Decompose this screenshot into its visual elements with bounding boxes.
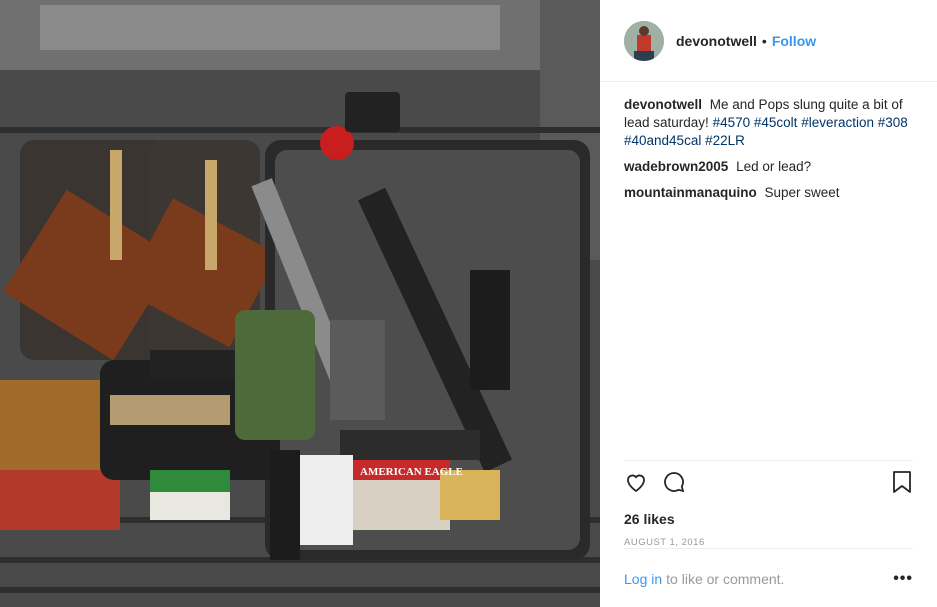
comments-section: devonotwell Me and Pops slung quite a bi… (600, 82, 937, 202)
post-date: AUGUST 1, 2016 (624, 537, 705, 548)
caption: devonotwell Me and Pops slung quite a bi… (624, 96, 913, 150)
actions-section: 26 likes AUGUST 1, 2016 (624, 460, 913, 548)
login-text: to like or comment. (666, 571, 785, 587)
login-link[interactable]: Log in (624, 571, 662, 587)
avatar-image (624, 20, 664, 61)
comment-icon[interactable] (662, 470, 686, 499)
instagram-post: AMERICAN EAGLE devonotwell • Follow devo… (0, 0, 937, 607)
bookmark-icon[interactable] (891, 470, 913, 499)
ammo-box-label: AMERICAN EAGLE (360, 466, 463, 478)
heart-icon[interactable] (624, 470, 648, 499)
hashtag[interactable]: #40and45cal (624, 133, 701, 148)
post-header: devonotwell • Follow (600, 0, 937, 82)
header-username[interactable]: devonotwell (676, 33, 757, 49)
action-icons (624, 470, 913, 499)
comment-item: mountainmanaquino Super sweet (624, 184, 913, 202)
hashtag[interactable]: #leveraction (801, 115, 874, 130)
comment-username[interactable]: wadebrown2005 (624, 159, 728, 174)
separator-dot: • (761, 32, 767, 49)
comment-text: Super sweet (764, 185, 840, 200)
post-sidebar: devonotwell • Follow devonotwell Me and … (600, 0, 937, 607)
comment-item: wadebrown2005 Led or lead? (624, 158, 913, 176)
hashtag[interactable]: #45colt (754, 115, 798, 130)
avatar[interactable] (624, 20, 664, 61)
comment-text: Led or lead? (736, 159, 812, 174)
login-row: Log in to like or comment. ••• (624, 548, 913, 588)
caption-username[interactable]: devonotwell (624, 97, 702, 112)
follow-button[interactable]: Follow (772, 33, 816, 49)
comment-username[interactable]: mountainmanaquino (624, 185, 757, 200)
truck-bed-photo: AMERICAN EAGLE (0, 0, 600, 607)
hashtag[interactable]: #4570 (713, 115, 751, 130)
hashtag[interactable]: #308 (878, 115, 908, 130)
post-photo[interactable]: AMERICAN EAGLE (0, 0, 600, 607)
likes-count[interactable]: 26 likes (624, 511, 913, 527)
hashtag[interactable]: #22LR (705, 133, 745, 148)
more-options-icon[interactable]: ••• (893, 570, 913, 588)
